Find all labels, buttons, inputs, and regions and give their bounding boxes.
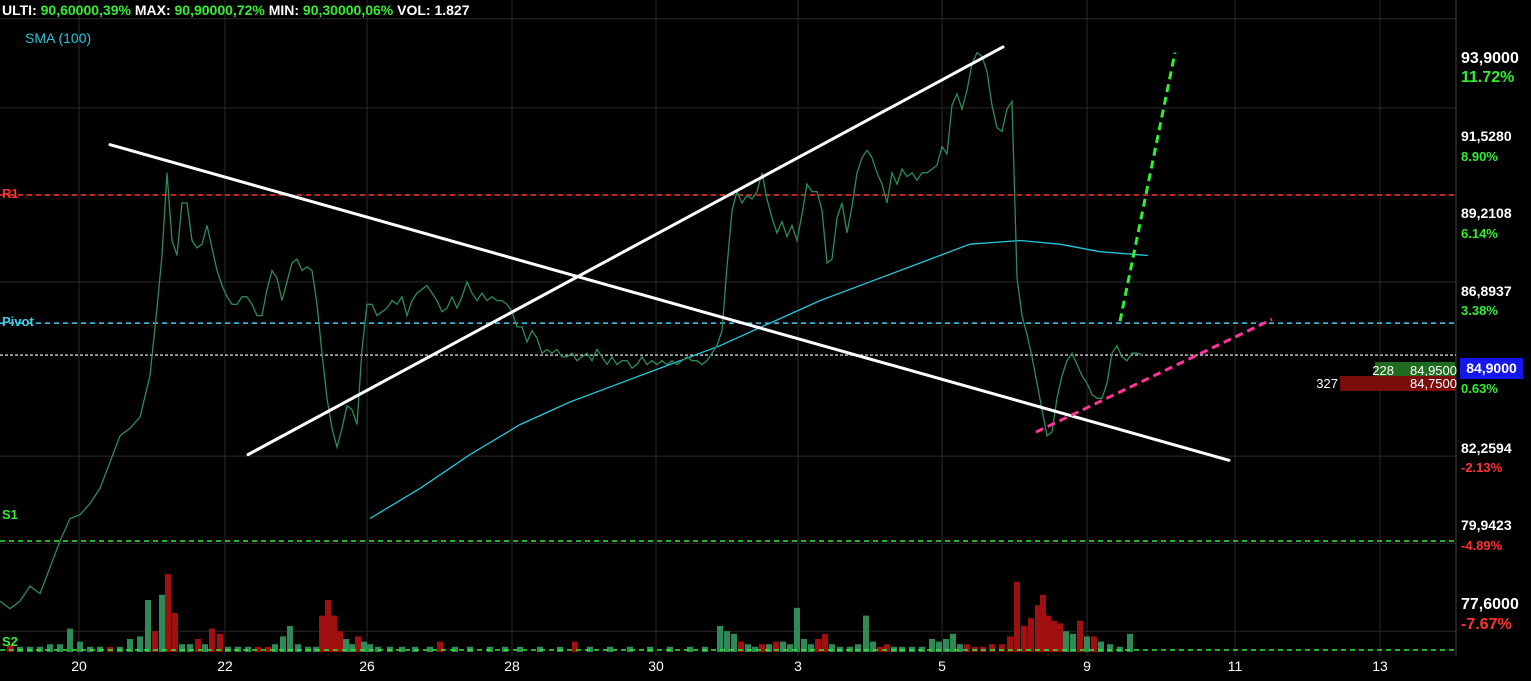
time-tick-label: 22 [217,658,233,674]
projection-line [1118,52,1177,322]
volume-bar [272,644,278,652]
volume-bar [1045,615,1051,652]
ask-qty: 327 [1316,376,1338,391]
grid-lines [0,0,1457,656]
time-tick-label: 3 [794,658,802,674]
volume-bar [1107,644,1113,652]
volume-bar [287,626,293,652]
time-tick-label: 20 [71,658,87,674]
pct-axis-label: 3.38% [1461,303,1498,318]
price-line [0,51,1143,610]
price-axis-label: 77,6000 [1461,596,1519,613]
pct-axis-label: -2.13% [1461,460,1503,475]
volume-bar [1028,618,1034,652]
time-tick-label: 13 [1372,658,1388,674]
volume-bar [367,644,373,652]
volume-bars [7,574,1133,652]
volume-bar [999,644,1005,652]
volume-bar [47,644,53,652]
sma-legend[interactable]: SMA (100) [25,30,91,46]
volume-bar [1063,631,1069,652]
s1-label: S1 [2,507,18,522]
time-tick-label: 28 [504,658,520,674]
volume-bar [957,644,963,652]
pct-axis-label: -4.89% [1461,538,1503,553]
pct-axis-label: 6.14% [1461,226,1498,241]
price-axis-label: 86,8937 [1461,283,1512,299]
volume-bar [172,613,178,652]
volume-bar [349,644,355,652]
s2-label: S2 [2,634,18,649]
r1-label: R1 [2,186,19,201]
volume-bar [745,644,751,652]
volume-bar [863,615,869,652]
volume-bar [989,644,995,652]
volume-bar [1014,581,1020,652]
volume-bar [855,644,861,652]
volume-bar [67,628,73,652]
current-price-badge: 84,9000 [1460,358,1523,379]
volume-bar [187,644,193,652]
time-tick-label: 26 [359,658,375,674]
pivot-level-lines [0,194,1456,651]
volume-bar [145,600,151,652]
price-axis-label: 89,2108 [1461,205,1512,221]
volume-bar [57,644,63,652]
time-tick-label: 5 [938,658,946,674]
volume-bar [159,594,165,652]
volume-bar [202,644,208,652]
vol-value: 1.827 [434,2,470,18]
max-value: 90,90000,72% [174,2,265,18]
volume-bar [325,600,331,652]
price-axis-label: 93,9000 [1461,50,1519,67]
price-axis-label: 79,9423 [1461,517,1512,533]
volume-bar [724,631,730,652]
quote-header: ULTI: 90,60000,39% MAX: 90,90000,72% MIN… [2,2,470,18]
trendline [108,143,1231,462]
pivot-label: Pivot [2,314,34,329]
ask-price: 84,7500 [1410,376,1457,391]
time-tick-label: 30 [648,658,664,674]
volume-bar [717,626,723,652]
volume-bar [766,644,772,652]
volume-bar [209,628,215,652]
min-value: 90,30000,06% [302,2,394,18]
volume-bar [829,644,835,652]
volume-bar [884,644,890,652]
pct-axis-label: 11.72% [1461,69,1515,86]
min-label: MIN: [268,2,300,18]
volume-bar [1051,620,1057,652]
volume-bar [1057,623,1063,652]
volume-bar [808,644,814,652]
volume-bar [794,607,800,652]
volume-bar [179,644,185,652]
volume-bar [331,615,337,652]
volume-bar [787,644,793,652]
volume-bar [759,644,765,652]
pct-axis-label: 0.63% [1461,381,1498,396]
volume-bar [319,615,325,652]
time-tick-label: 11 [1227,658,1243,674]
volume-bar [337,631,343,652]
price-axis-label: 91,5280 [1461,128,1512,144]
max-label: MAX: [134,2,171,18]
price-chart[interactable] [0,0,1531,681]
volume-bar [165,574,171,652]
pct-axis-label: -7.67% [1461,616,1512,633]
ulti-label: ULTI: [2,2,37,18]
volume-bar [964,644,970,652]
pct-axis-label: 8.90% [1461,149,1498,164]
volume-bar [152,631,158,652]
volume-bar [1077,620,1083,652]
volume-bar [1021,626,1027,652]
volume-bar [295,644,301,652]
projection-line [1035,318,1273,434]
vol-label: VOL: [397,2,431,18]
price-series [0,51,1149,610]
time-tick-label: 9 [1083,658,1091,674]
price-axis-label: 82,2594 [1461,440,1512,456]
ulti-value: 90,60000,39% [40,2,131,18]
